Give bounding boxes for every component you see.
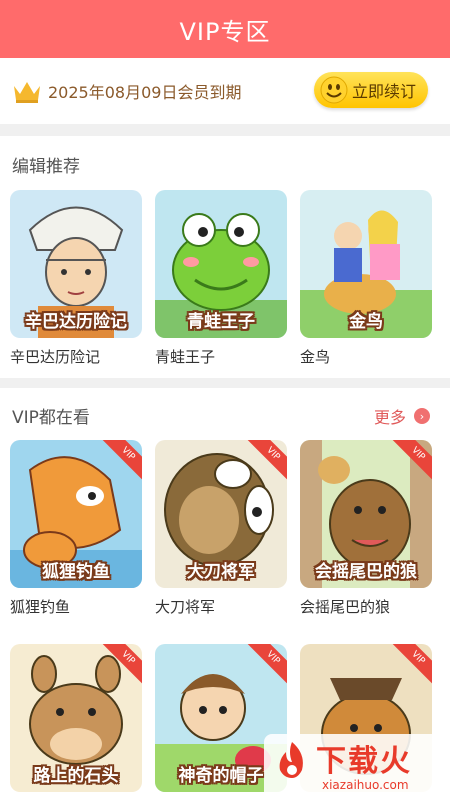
book-caption: 会摇尾巴的狼 xyxy=(300,598,391,616)
book-card-sword-general[interactable]: VIP 大刀将军 大刀将军 xyxy=(155,440,287,617)
book-caption: 狐狸钓鱼 xyxy=(10,598,71,616)
book-cover-title: 大刀将军 xyxy=(187,562,255,582)
more-link[interactable]: 更多 › xyxy=(374,404,430,428)
book-cover: 青蛙王子 xyxy=(155,190,287,338)
book-cover: 辛巴达历险记 xyxy=(10,190,142,338)
chevron-right-icon: › xyxy=(414,408,430,424)
book-cover-title: 金鸟 xyxy=(349,312,383,332)
watermark-logo: 下载火 xiazaihuo.com xyxy=(264,734,450,800)
section-title-editor-picks: 编辑推荐 xyxy=(12,157,80,177)
book-card-road-stone[interactable]: VIP 路上的石头 xyxy=(10,644,142,792)
book-card-wagging-wolf[interactable]: VIP 会摇尾巴的狼 会摇尾巴的狼 xyxy=(300,440,432,617)
book-card-frog-prince[interactable]: 青蛙王子 青蛙王子 xyxy=(155,190,287,367)
membership-bar: 2025年08月09日会员到期 立即续订 xyxy=(0,58,450,124)
section-divider xyxy=(0,124,450,136)
book-cover: VIP 路上的石头 xyxy=(10,644,142,792)
book-caption: 金鸟 xyxy=(300,348,331,366)
book-cover: VIP 大刀将军 xyxy=(155,440,287,588)
top-header: VIP专区 xyxy=(0,0,450,58)
book-cover-title: 青蛙王子 xyxy=(187,312,255,332)
section-divider xyxy=(0,378,450,388)
section-title-vip-watching: VIP都在看 xyxy=(12,408,90,428)
book-cover-title: 会摇尾巴的狼 xyxy=(315,562,417,582)
book-caption: 大刀将军 xyxy=(155,598,216,616)
flame-logo-icon xyxy=(279,742,303,778)
more-label: 更多 xyxy=(373,408,406,427)
book-caption: 辛巴达历险记 xyxy=(10,348,101,366)
book-cover: VIP 会摇尾巴的狼 xyxy=(300,440,432,588)
book-cover-title: 辛巴达历险记 xyxy=(25,312,127,332)
renew-button-label: 立即续订 xyxy=(352,82,417,101)
book-cover-title: 路上的石头 xyxy=(33,766,119,786)
book-cover: VIP 狐狸钓鱼 xyxy=(10,440,142,588)
book-card-sinbad[interactable]: 辛巴达历险记 辛巴达历险记 xyxy=(10,190,142,367)
book-caption: 青蛙王子 xyxy=(155,348,216,366)
renew-button[interactable]: 立即续订 xyxy=(314,72,428,108)
book-card-fox-fishing[interactable]: VIP 狐狸钓鱼 狐狸钓鱼 xyxy=(10,440,142,617)
book-card-golden-bird[interactable]: 金鸟 金鸟 xyxy=(300,190,432,367)
smiley-icon xyxy=(320,76,348,104)
book-cover-title: 狐狸钓鱼 xyxy=(42,562,110,582)
page-title: VIP专区 xyxy=(179,17,271,46)
membership-expire-text: 2025年08月09日会员到期 xyxy=(48,83,242,102)
watermark-text: 下载火 xyxy=(316,744,412,779)
watermark-url: xiazaihuo.com xyxy=(322,778,409,792)
crown-icon xyxy=(14,82,40,103)
book-cover: 金鸟 xyxy=(300,190,432,338)
